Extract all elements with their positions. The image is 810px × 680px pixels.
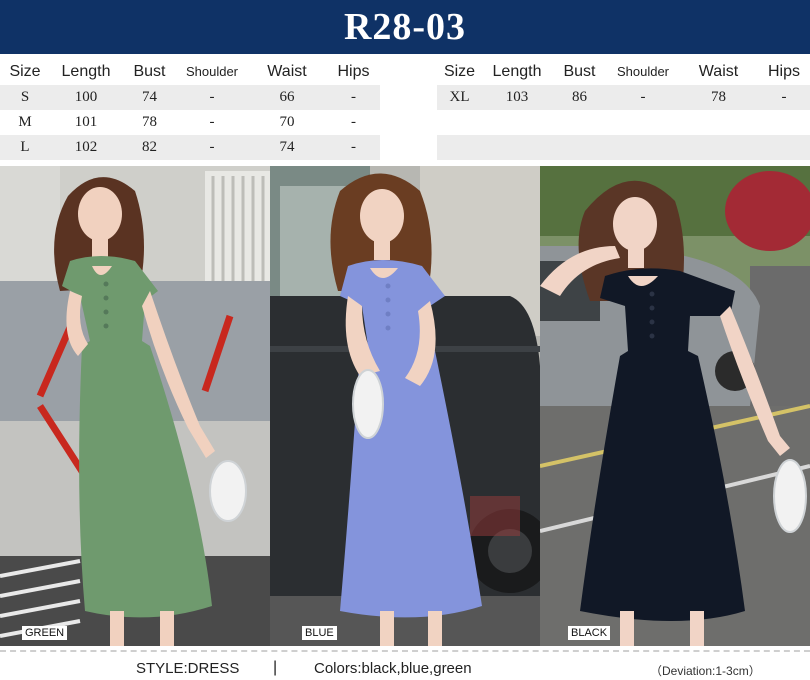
cell-length: 102 bbox=[50, 135, 122, 160]
col-waist: Waist bbox=[267, 62, 307, 80]
col-waist: Waist bbox=[698, 62, 739, 80]
footer-separator: | bbox=[273, 659, 278, 676]
col-hips: Hips bbox=[767, 62, 800, 80]
cell-hips: - bbox=[327, 85, 380, 110]
style-text: STYLE:DRESS bbox=[136, 660, 240, 677]
table-row bbox=[437, 110, 810, 135]
cell-hips: - bbox=[327, 135, 380, 160]
size-table-header: Size Length Bust Shoulder Waist Hips bbox=[0, 58, 380, 85]
cell-size: S bbox=[0, 85, 50, 110]
col-hips: Hips bbox=[337, 62, 370, 80]
col-shoulder: Shoulder bbox=[616, 64, 670, 79]
size-table-header: Size Length Bust Shoulder Waist Hips bbox=[437, 58, 810, 85]
title-banner: R28-03 bbox=[0, 0, 810, 54]
col-length: Length bbox=[492, 62, 542, 80]
color-label-green: GREEN bbox=[22, 626, 68, 640]
cell-waist: 70 bbox=[279, 114, 295, 130]
size-table-left: Size Length Bust Shoulder Waist Hips S 1… bbox=[0, 58, 380, 160]
cell-bust: 78 bbox=[142, 114, 157, 130]
cell-hips: - bbox=[351, 114, 356, 130]
cell-bust: 74 bbox=[122, 85, 177, 110]
photo-green: GREEN bbox=[0, 166, 270, 646]
cell-size: XL bbox=[437, 85, 482, 110]
cell-bust: 86 bbox=[552, 85, 607, 110]
cell-shoulder: - bbox=[607, 85, 679, 110]
cell-length: 100 bbox=[50, 85, 122, 110]
cell-size: M bbox=[18, 114, 32, 130]
photo-blue: BLUE bbox=[270, 166, 540, 646]
cell-bust: 82 bbox=[122, 135, 177, 160]
cell-shoulder: - bbox=[209, 114, 215, 130]
blue-dress-photo bbox=[270, 166, 540, 646]
deviation-note: （Deviation:1-3cm） bbox=[650, 664, 761, 678]
cell-length: 101 bbox=[74, 114, 98, 130]
cell-waist: 74 bbox=[247, 135, 327, 160]
product-code-title: R28-03 bbox=[343, 6, 467, 48]
table-row: L 102 82 - 74 - bbox=[0, 135, 380, 160]
color-label-black: BLACK bbox=[568, 626, 611, 640]
footer: STYLE:DRESS | Colors:black,blue,green （D… bbox=[0, 656, 810, 680]
cell-shoulder: - bbox=[177, 135, 247, 160]
table-row bbox=[437, 135, 810, 160]
table-row: S 100 74 - 66 - bbox=[0, 85, 380, 110]
footer-divider bbox=[0, 650, 810, 652]
cell-waist: 78 bbox=[679, 85, 758, 110]
green-dress-photo bbox=[0, 166, 270, 646]
col-shoulder: Shoulder bbox=[185, 64, 239, 79]
cell-hips: - bbox=[758, 85, 810, 110]
cell-length: 103 bbox=[482, 85, 552, 110]
colors-text: Colors:black,blue,green bbox=[314, 660, 472, 677]
black-dress-photo bbox=[540, 166, 810, 646]
table-row: XL 103 86 - 78 - bbox=[437, 85, 810, 110]
col-length: Length bbox=[61, 62, 111, 80]
cell-size: L bbox=[0, 135, 50, 160]
col-size: Size bbox=[9, 62, 41, 80]
col-size: Size bbox=[443, 62, 476, 80]
photo-row: GREEN BLUE BLACK bbox=[0, 166, 810, 646]
size-table-right: Size Length Bust Shoulder Waist Hips XL … bbox=[437, 58, 810, 160]
color-label-blue: BLUE bbox=[302, 626, 337, 640]
photo-black: BLACK bbox=[540, 166, 810, 646]
cell-waist: 66 bbox=[247, 85, 327, 110]
col-bust: Bust bbox=[133, 62, 166, 80]
table-row: M 101 78 - 70 - bbox=[0, 110, 380, 135]
col-bust: Bust bbox=[563, 62, 596, 80]
cell-shoulder: - bbox=[177, 85, 247, 110]
